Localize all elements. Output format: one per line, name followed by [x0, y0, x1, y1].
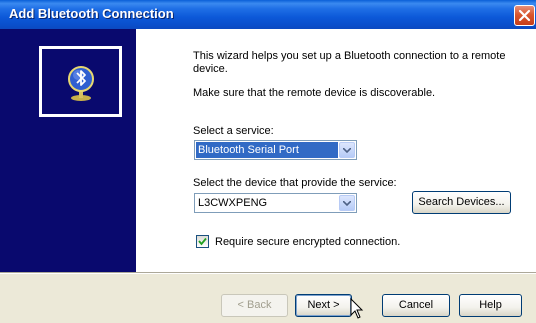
close-icon: [518, 9, 531, 22]
search-devices-button[interactable]: Search Devices...: [412, 191, 511, 214]
close-button[interactable]: [514, 5, 535, 26]
device-dropdown-button[interactable]: [339, 195, 355, 211]
device-label: Select the device that provide the servi…: [193, 177, 397, 189]
intro-text: This wizard helps you set up a Bluetooth…: [193, 50, 506, 75]
footer-separator-highlight: [0, 273, 536, 274]
service-select[interactable]: Bluetooth Serial Port: [194, 140, 357, 160]
secure-connection-label[interactable]: Require secure encrypted connection.: [215, 236, 536, 249]
checkmark-icon: [198, 237, 207, 246]
back-button[interactable]: < Back: [221, 294, 288, 317]
wizard-window: Add Bluetooth Connection This wizard hel…: [0, 0, 536, 323]
help-button[interactable]: Help: [459, 294, 522, 317]
wizard-content: This wizard helps you set up a Bluetooth…: [136, 29, 536, 272]
device-select-value: L3CWXPENG: [198, 197, 268, 209]
device-select[interactable]: L3CWXPENG: [194, 193, 357, 213]
discoverable-note: Make sure that the remote device is disc…: [193, 87, 436, 99]
window-title: Add Bluetooth Connection: [9, 6, 174, 21]
title-bar[interactable]: Add Bluetooth Connection: [0, 0, 536, 29]
next-button[interactable]: Next >: [295, 294, 352, 317]
chevron-down-icon: [343, 148, 351, 153]
logo-frame: [39, 46, 122, 117]
cancel-button[interactable]: Cancel: [382, 294, 450, 317]
mouse-cursor-icon: [350, 298, 364, 319]
service-dropdown-button[interactable]: [339, 142, 355, 158]
secure-connection-checkbox[interactable]: [196, 235, 209, 248]
service-label: Select a service:: [193, 125, 274, 137]
service-select-value: Bluetooth Serial Port: [196, 142, 338, 158]
chevron-down-icon: [343, 201, 351, 206]
bluetooth-globe-icon: [68, 66, 94, 101]
wizard-side-panel: [0, 29, 136, 272]
